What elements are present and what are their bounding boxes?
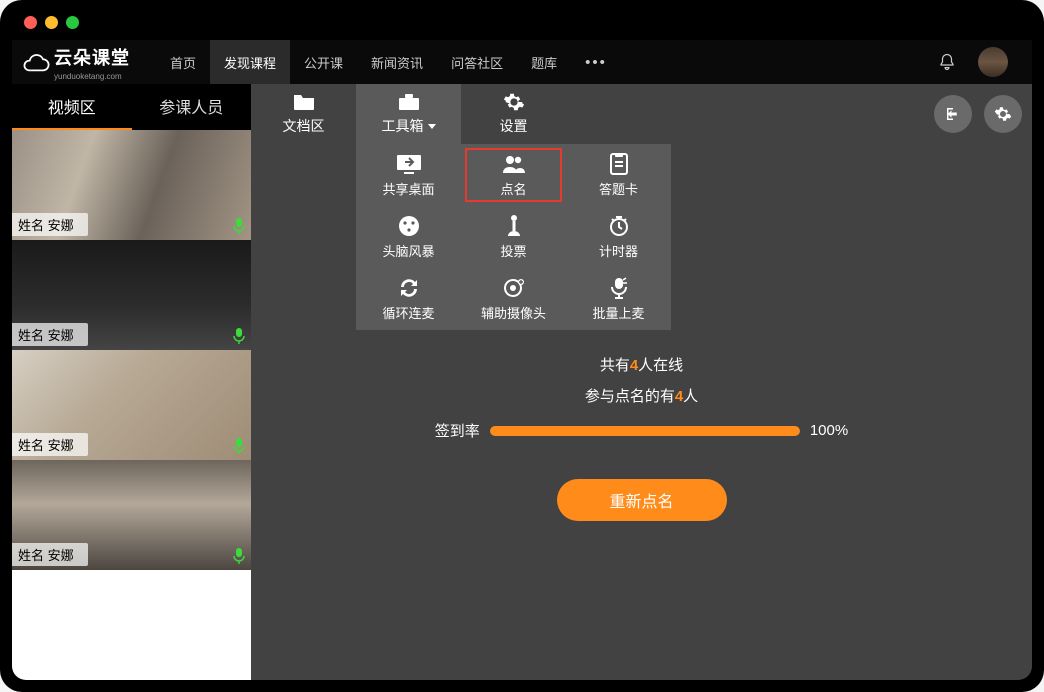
settings-round-button[interactable] (984, 95, 1022, 133)
toolbar-tab-label: 文档区 (283, 116, 325, 136)
tool-label: 共享桌面 (382, 179, 434, 198)
exit-button[interactable] (934, 95, 972, 133)
timer-icon (606, 215, 632, 237)
tool-label: 答题卡 (599, 179, 638, 198)
sidebar-tabs: 视频区参课人员 (12, 84, 251, 130)
toolbar-tab-docs[interactable]: 文档区 (251, 84, 356, 144)
cycle-mic-icon (396, 277, 422, 299)
video-feed (12, 570, 251, 680)
brand-logo[interactable]: 云朵课堂 yunduoketang.com (22, 44, 130, 81)
video-sidebar: 视频区参课人员 姓名 安娜姓名 安娜姓名 安娜姓名 安娜 (12, 84, 251, 680)
settings-icon (502, 92, 526, 112)
online-count-line: 共有4人在线 (600, 354, 683, 375)
maximize-window-button[interactable] (66, 16, 79, 29)
roll-call-icon (501, 153, 527, 175)
tool-share-screen[interactable]: 共享桌面 (356, 144, 461, 206)
user-avatar[interactable] (978, 47, 1008, 77)
brand-name: 云朵课堂 (54, 44, 130, 70)
tool-label: 投票 (500, 241, 526, 260)
vote-icon (501, 215, 527, 237)
toolbar-tab-settings[interactable]: 设置 (461, 84, 566, 144)
window-frame: 云朵课堂 yunduoketang.com 首页发现课程公开课新闻资讯问答社区题… (0, 0, 1044, 692)
participant-name-overlay: 姓名 安娜 (12, 213, 88, 236)
signin-percent-text: 100% (810, 422, 848, 439)
mic-icon[interactable] (233, 218, 245, 234)
video-tile[interactable]: 姓名 安娜 (12, 240, 251, 350)
nav-item-4[interactable]: 问答社区 (437, 40, 517, 84)
tool-batch-mic[interactable]: 批量上麦 (566, 268, 671, 330)
re-rollcall-button[interactable]: 重新点名 (557, 479, 727, 521)
tool-brainstorm[interactable]: 头脑风暴 (356, 206, 461, 268)
traffic-lights (24, 16, 79, 29)
signin-progress-track (490, 426, 800, 436)
tool-label: 循环连麦 (382, 303, 434, 322)
signin-progress-fill (490, 426, 800, 436)
attend-count-line: 参与点名的有4人 (585, 385, 698, 406)
exit-icon (944, 105, 962, 123)
nav-item-3[interactable]: 新闻资讯 (357, 40, 437, 84)
toolbar-tab-label-row: 工具箱 (382, 116, 436, 136)
cloud-icon (22, 52, 50, 72)
mic-icon[interactable] (233, 548, 245, 564)
tool-label: 头脑风暴 (382, 241, 434, 260)
video-tile-empty (12, 570, 251, 680)
toolbar-tab-label: 设置 (500, 116, 528, 136)
top-navbar: 云朵课堂 yunduoketang.com 首页发现课程公开课新闻资讯问答社区题… (12, 40, 1032, 84)
signin-rate-label: 签到率 (435, 420, 480, 441)
share-screen-icon (396, 153, 422, 175)
tool-label: 点名 (500, 179, 526, 198)
content-pane: 文档区 工具箱 设置 共享桌面 点名 答题卡头脑风暴 投票 计时器循环连麦 辅助摄像头 批量上麦… (251, 84, 1032, 680)
sidebar-tab-0[interactable]: 视频区 (12, 84, 132, 130)
nav-item-2[interactable]: 公开课 (290, 40, 357, 84)
tool-answer-card[interactable]: 答题卡 (566, 144, 671, 206)
tool-timer[interactable]: 计时器 (566, 206, 671, 268)
app-root: 云朵课堂 yunduoketang.com 首页发现课程公开课新闻资讯问答社区题… (12, 40, 1032, 680)
participant-name-overlay: 姓名 安娜 (12, 543, 88, 566)
gear-icon (994, 105, 1012, 123)
toolbar-tab-label: 工具箱 (382, 116, 424, 136)
answer-card-icon (606, 153, 632, 175)
close-window-button[interactable] (24, 16, 37, 29)
toolbar-tab-toolbox[interactable]: 工具箱 (356, 84, 461, 144)
brainstorm-icon (396, 215, 422, 237)
content-toolbar: 文档区 工具箱 设置 (251, 84, 1032, 144)
docs-icon (292, 92, 316, 112)
video-list: 姓名 安娜姓名 安娜姓名 安娜姓名 安娜 (12, 130, 251, 680)
video-tile[interactable]: 姓名 安娜 (12, 130, 251, 240)
video-tile[interactable]: 姓名 安娜 (12, 460, 251, 570)
aux-camera-icon (501, 277, 527, 299)
mic-icon[interactable] (233, 438, 245, 454)
batch-mic-icon (606, 277, 632, 299)
tool-label: 计时器 (599, 241, 638, 260)
chevron-down-icon (428, 124, 436, 129)
tool-vote[interactable]: 投票 (461, 206, 566, 268)
participant-name-overlay: 姓名 安娜 (12, 323, 88, 346)
nav-item-5[interactable]: 题库 (517, 40, 571, 84)
tool-label: 批量上麦 (592, 303, 644, 322)
tool-aux-camera[interactable]: 辅助摄像头 (461, 268, 566, 330)
minimize-window-button[interactable] (45, 16, 58, 29)
toolbox-icon (397, 92, 421, 112)
notifications-icon[interactable] (938, 53, 956, 71)
topbar-right (938, 47, 1008, 77)
tool-cycle-mic[interactable]: 循环连麦 (356, 268, 461, 330)
toolbox-dropdown: 共享桌面 点名 答题卡头脑风暴 投票 计时器循环连麦 辅助摄像头 批量上麦 (356, 144, 671, 330)
brand-sub: yunduoketang.com (54, 72, 130, 81)
participant-name-overlay: 姓名 安娜 (12, 433, 88, 456)
nav-item-1[interactable]: 发现课程 (210, 40, 290, 84)
nav-item-0[interactable]: 首页 (156, 40, 210, 84)
mic-icon[interactable] (233, 328, 245, 344)
tool-roll-call[interactable]: 点名 (461, 144, 566, 206)
main-area: 视频区参课人员 姓名 安娜姓名 安娜姓名 安娜姓名 安娜 文档区工具箱设置 共享… (12, 84, 1032, 680)
nav-list: 首页发现课程公开课新闻资讯问答社区题库 (156, 40, 571, 84)
sidebar-tab-1[interactable]: 参课人员 (132, 84, 252, 130)
video-tile[interactable]: 姓名 安娜 (12, 350, 251, 460)
nav-more-button[interactable]: ••• (571, 54, 621, 71)
signin-rate-row: 签到率 100% (435, 420, 848, 441)
toolbar-tab-label-row: 文档区 (283, 116, 325, 136)
toolbar-tab-label-row: 设置 (500, 116, 528, 136)
tool-label: 辅助摄像头 (481, 303, 546, 322)
